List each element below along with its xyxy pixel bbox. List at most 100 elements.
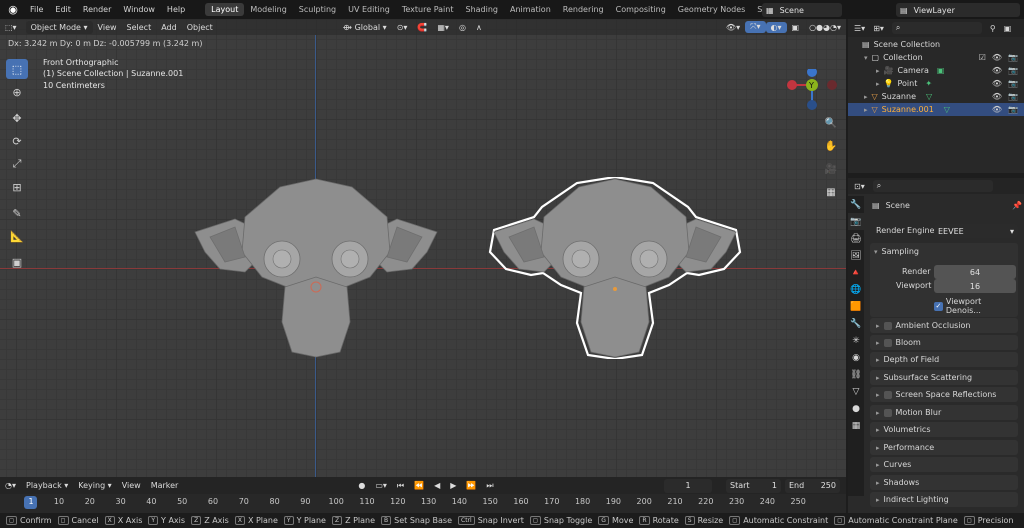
- panel-screen-space-reflections[interactable]: ▸ Screen Space Reflections: [870, 387, 1018, 402]
- proportional-edit-toggle[interactable]: ◎: [454, 22, 471, 33]
- panel-curves[interactable]: ▸ Curves: [870, 457, 1018, 472]
- timeline-ruler[interactable]: 1 10 20 30 40 50 60 70 80 90 100 110 120 130 140 150 160…: [0, 494, 846, 513]
- checkbox[interactable]: [883, 338, 892, 347]
- panel-motion-blur[interactable]: ▸ Motion Blur: [870, 405, 1018, 420]
- properties-editor-icon[interactable]: ⊡▾: [854, 182, 865, 191]
- gizmo-toggle[interactable]: ⤧▾: [745, 21, 766, 33]
- output-tab-icon[interactable]: 🖨: [848, 230, 864, 247]
- marker-menu[interactable]: Marker: [146, 480, 184, 491]
- menu-file[interactable]: File: [24, 5, 49, 14]
- tab-texture-paint[interactable]: Texture Paint: [396, 3, 460, 16]
- render-tab-icon[interactable]: 📷: [848, 213, 864, 230]
- menu-help[interactable]: Help: [161, 5, 191, 14]
- annotate-tool-icon[interactable]: ✎: [6, 203, 28, 223]
- zoom-icon[interactable]: 🔍: [822, 114, 840, 132]
- eye-icon[interactable]: 👁: [992, 66, 1002, 75]
- new-collection-icon[interactable]: ▣: [1004, 24, 1012, 33]
- eye-icon[interactable]: 👁: [992, 92, 1002, 101]
- start-frame-field[interactable]: Start 1: [726, 478, 781, 493]
- add-cube-tool-icon[interactable]: ▣: [6, 252, 28, 272]
- snap-toggle[interactable]: 🧲: [412, 22, 432, 33]
- panel-indirect-lighting[interactable]: ▸ Indirect Lighting: [870, 492, 1018, 507]
- checkbox-icon[interactable]: ☑: [979, 53, 986, 62]
- end-frame-field[interactable]: End 250: [785, 478, 840, 493]
- panel-subsurface-scattering[interactable]: ▸ Subsurface Scattering: [870, 370, 1018, 385]
- menu-add[interactable]: Add: [156, 22, 182, 33]
- z-axis-bubble-top[interactable]: [807, 69, 817, 77]
- editor-type-icon[interactable]: ⬚▾: [0, 22, 22, 33]
- constraints-tab-icon[interactable]: ⛓: [848, 366, 864, 383]
- tab-layout[interactable]: Layout: [205, 3, 245, 16]
- mesh-data-icon[interactable]: ▽: [944, 105, 950, 114]
- 3d-viewport[interactable]: ⬚▾ Object Mode ▾ View Select Add Object …: [0, 19, 846, 477]
- select-box-tool-icon[interactable]: ⬚: [6, 59, 28, 79]
- shading-modes[interactable]: ○●◕◔▾: [804, 22, 846, 33]
- neg-x-axis-bubble[interactable]: [827, 80, 837, 90]
- data-tab-icon[interactable]: ▽: [848, 383, 864, 400]
- mode-dropdown[interactable]: Object Mode ▾: [25, 20, 93, 34]
- expand-arrow-icon[interactable]: ▸: [864, 106, 868, 114]
- properties-search-input[interactable]: ⌕: [872, 180, 993, 192]
- light-data-icon[interactable]: ✦: [925, 79, 932, 88]
- timeline-editor-icon[interactable]: ◔▾: [0, 480, 21, 491]
- filter-icon[interactable]: ⚲: [990, 24, 996, 33]
- outliner-item-collection[interactable]: ▾ ▢ Collection ☑ 👁 📷: [848, 51, 1024, 64]
- suzanne-mesh[interactable]: [190, 177, 442, 359]
- render-samples-field[interactable]: 64: [934, 265, 1016, 279]
- texture-tab-icon[interactable]: ▦: [848, 417, 864, 434]
- jump-end-icon[interactable]: ⏭: [481, 480, 498, 492]
- x-axis-bubble[interactable]: [787, 80, 797, 90]
- particles-tab-icon[interactable]: ✳: [848, 332, 864, 349]
- camera-render-icon[interactable]: 📷: [1008, 66, 1018, 75]
- tab-rendering[interactable]: Rendering: [557, 3, 610, 16]
- physics-tab-icon[interactable]: ◉: [848, 349, 864, 366]
- jump-start-icon[interactable]: ⏮: [392, 480, 409, 492]
- overlay-toggle[interactable]: ◐▾: [765, 21, 787, 33]
- record-button-icon[interactable]: ●: [353, 480, 370, 491]
- menu-edit[interactable]: Edit: [49, 5, 77, 14]
- move-tool-icon[interactable]: ✥: [6, 108, 28, 128]
- menu-window[interactable]: Window: [117, 5, 161, 14]
- viewport-denoise-checkbox[interactable]: ✓ Viewport Denois...: [934, 297, 1018, 315]
- display-mode-icon[interactable]: ⊞▾: [873, 24, 884, 33]
- play-reverse-icon[interactable]: ◀: [429, 480, 445, 491]
- suzanne-001-mesh-selected[interactable]: [487, 177, 743, 359]
- snap-target-dropdown[interactable]: ▦▾: [432, 22, 454, 33]
- tab-animation[interactable]: Animation: [504, 3, 557, 16]
- tab-compositing[interactable]: Compositing: [610, 3, 672, 16]
- expand-arrow-icon[interactable]: ▸: [876, 80, 880, 88]
- object-tab-icon[interactable]: 🟧: [848, 298, 864, 315]
- camera-render-icon[interactable]: 📷: [1008, 105, 1018, 114]
- outliner-search-input[interactable]: ⌕: [891, 22, 982, 34]
- panel-depth-of-field[interactable]: ▸ Depth of Field: [870, 352, 1018, 367]
- checkbox[interactable]: [883, 321, 892, 330]
- outliner-item-suzanne[interactable]: ▸ ▽ Suzanne ▽ 👁 📷: [848, 90, 1024, 103]
- outliner-item-point[interactable]: ▸ 💡 Point ✦ 👁 📷: [848, 77, 1024, 90]
- jump-keyframe-back-icon[interactable]: ⏪: [409, 480, 429, 491]
- menu-render[interactable]: Render: [77, 5, 117, 14]
- menu-select[interactable]: Select: [122, 22, 157, 33]
- menu-view[interactable]: View: [93, 22, 122, 33]
- camera-render-icon[interactable]: 📷: [1008, 92, 1018, 101]
- eye-icon[interactable]: 👁: [992, 79, 1002, 88]
- xray-toggle[interactable]: ▣: [787, 22, 805, 33]
- expand-arrow-icon[interactable]: ▸: [876, 67, 880, 75]
- auto-key-dropdown[interactable]: ▭▾: [370, 480, 392, 491]
- eye-icon[interactable]: 👁: [992, 53, 1002, 62]
- panel-volumetrics[interactable]: ▸ Volumetrics: [870, 422, 1018, 437]
- render-engine-dropdown[interactable]: EEVEE ▾: [934, 224, 1018, 238]
- camera-view-icon[interactable]: 🎥: [822, 160, 840, 178]
- play-icon[interactable]: ▶: [445, 480, 461, 491]
- outliner-item-scene-collection[interactable]: ▤ Scene Collection: [848, 38, 1024, 51]
- menu-object[interactable]: Object: [182, 22, 218, 33]
- falloff-dropdown[interactable]: ∧: [471, 22, 487, 33]
- rotate-tool-icon[interactable]: ⟳: [6, 131, 28, 151]
- expand-arrow-icon[interactable]: ▾: [864, 54, 868, 62]
- orientation-dropdown[interactable]: ⟴ Global ▾: [338, 22, 392, 33]
- outliner-item-camera[interactable]: ▸ 🎥 Camera ▣ 👁 📷: [848, 64, 1024, 77]
- viewport-samples-field[interactable]: 16: [934, 279, 1016, 293]
- scale-tool-icon[interactable]: ⤢: [6, 154, 28, 174]
- camera-render-icon[interactable]: 📷: [1008, 53, 1018, 62]
- pivot-dropdown[interactable]: ⊙▾: [392, 22, 413, 33]
- tab-geometry-nodes[interactable]: Geometry Nodes: [672, 3, 751, 16]
